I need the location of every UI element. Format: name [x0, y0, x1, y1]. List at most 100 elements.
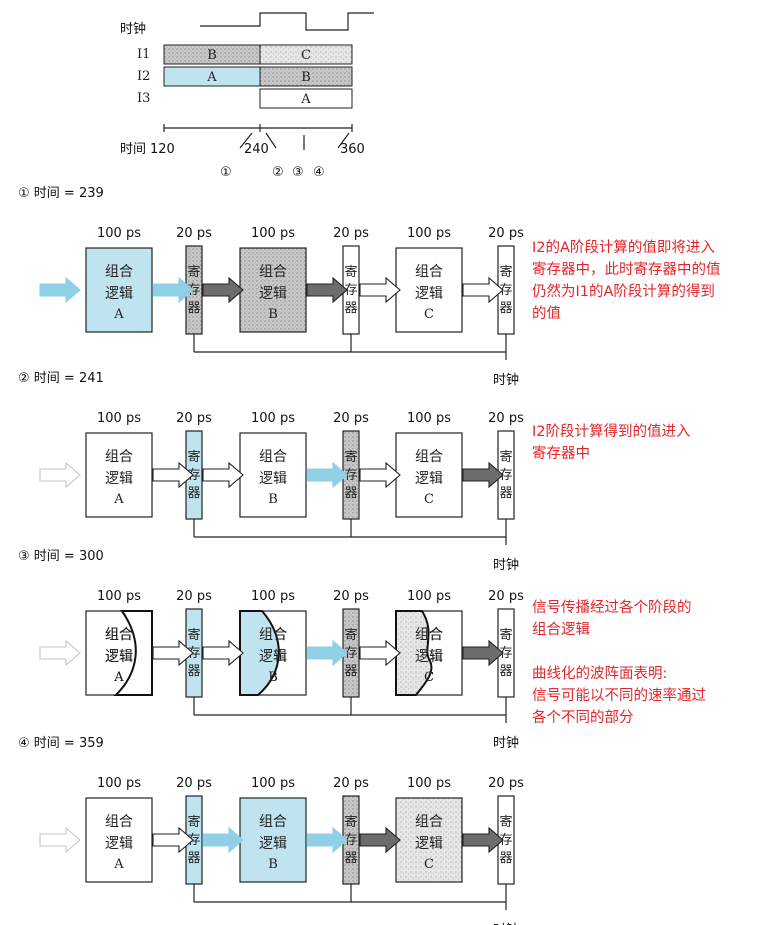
marker-2: ② — [272, 165, 284, 180]
comb-logic-a: 组合逻辑 A — [85, 797, 153, 883]
input-arrow — [39, 276, 81, 304]
register-char: 寄 — [499, 814, 512, 830]
register-char: 器 — [499, 664, 512, 679]
stage-clock-label: 时钟 — [493, 557, 519, 573]
comb-logic-c: 组合逻辑 C — [395, 247, 463, 333]
register-char: 寄 — [499, 264, 512, 280]
arrow-reg2-to-c — [359, 276, 401, 304]
comb-text-1: 组合 — [259, 814, 287, 830]
note-line: I2的A阶段计算的值即将进入 — [532, 239, 715, 256]
i1-segment-2-label: C — [301, 48, 311, 63]
arrow-b-to-reg2 — [306, 826, 348, 854]
marker-3: ③ — [292, 165, 304, 180]
register-char: 寄 — [344, 264, 357, 280]
comb-logic-a: 组合逻辑 A — [85, 432, 153, 518]
note-line: 寄存器中 — [532, 444, 590, 462]
reg-delay-label: 20 ps — [488, 226, 524, 241]
reg-delay-label: 20 ps — [333, 226, 369, 241]
comb-text-1: 组合 — [415, 814, 443, 830]
stage-title: ④ 时间 = 359 — [18, 736, 104, 751]
stage-3: ③ 时间 = 300 100 ps 100 ps 100 ps 20 ps 20 ps 20… — [18, 549, 706, 751]
reg-delay-label: 20 ps — [176, 411, 212, 426]
pipeline-timing-diagram: 时钟 I1 B C I2 A B I3 A 时间 120 240 360 ① ② — [18, 12, 721, 925]
stage-1: ① 时间 = 239 100 ps 100 ps 100 ps 20 ps 20 ps 20… — [18, 186, 721, 388]
register-char: 寄 — [499, 627, 512, 643]
i3-segment-2-label: A — [300, 92, 311, 107]
register-char: 器 — [344, 301, 357, 316]
comb-text-1: 组合 — [105, 627, 133, 643]
input-arrow — [39, 639, 81, 667]
reg-delay-label: 20 ps — [488, 776, 524, 791]
comb-delay-label: 100 ps — [407, 226, 451, 241]
arrow-reg1-to-b — [202, 276, 244, 304]
reg-delay-label: 20 ps — [176, 589, 212, 604]
reg-delay-label: 20 ps — [176, 226, 212, 241]
comb-text-1: 组合 — [105, 449, 133, 465]
comb-logic-a: 组合逻辑 A — [85, 247, 153, 333]
comb-letter: B — [268, 492, 278, 507]
comb-text-2: 逻辑 — [415, 471, 443, 487]
comb-text-1: 组合 — [415, 264, 443, 280]
comb-text-2: 逻辑 — [415, 649, 443, 665]
comb-letter: C — [424, 857, 434, 872]
comb-letter: A — [113, 307, 124, 322]
comb-letter: A — [113, 857, 124, 872]
reg-delay-label: 20 ps — [333, 589, 369, 604]
register-char: 寄 — [499, 449, 512, 465]
reg-delay-label: 20 ps — [488, 411, 524, 426]
comb-delay-label: 100 ps — [97, 776, 141, 791]
comb-text-2: 逻辑 — [105, 649, 133, 665]
comb-delay-label: 100 ps — [407, 776, 451, 791]
reg-delay-label: 20 ps — [488, 589, 524, 604]
i1-segment-1-label: B — [207, 48, 217, 63]
register-char: 器 — [499, 486, 512, 501]
comb-logic-b: 组合逻辑 B — [239, 432, 307, 518]
register-char: 器 — [499, 301, 512, 316]
stage-clock-label: 时钟 — [493, 735, 519, 751]
clock-waveform — [200, 12, 374, 31]
register-char: 器 — [344, 664, 357, 679]
input-arrow — [39, 461, 81, 489]
comb-delay-label: 100 ps — [251, 589, 295, 604]
note-line: 各个不同的部分 — [532, 709, 634, 726]
stage-2: ② 时间 = 241 100 ps 100 ps 100 ps 20 ps 20 ps 20… — [18, 371, 691, 573]
comb-text-2: 逻辑 — [415, 836, 443, 852]
comb-letter: B — [268, 307, 278, 322]
stage-title: ② 时间 = 241 — [18, 371, 104, 386]
arrow-reg1-to-b — [202, 461, 244, 489]
comb-text-2: 逻辑 — [259, 471, 287, 487]
comb-text-2: 逻辑 — [259, 836, 287, 852]
note-line: 的值 — [532, 305, 561, 322]
comb-text-2: 逻辑 — [105, 471, 133, 487]
input-arrow — [39, 826, 81, 854]
comb-logic-c: 组合逻辑 C — [395, 797, 463, 883]
comb-text-2: 逻辑 — [259, 286, 287, 302]
tick-label-240: 240 — [244, 142, 269, 157]
register-char: 器 — [187, 851, 200, 866]
arrow-b-to-reg2 — [306, 461, 348, 489]
reg-delay-label: 20 ps — [333, 411, 369, 426]
note-line: 曲线化的波阵面表明: — [532, 665, 667, 682]
comb-logic-b: 组合逻辑 B — [239, 247, 307, 333]
comb-text-1: 组合 — [259, 449, 287, 465]
row-label-i2: I2 — [137, 69, 150, 84]
register-char: 寄 — [187, 627, 200, 643]
arrow-reg2-to-c — [359, 461, 401, 489]
comb-letter: B — [268, 670, 278, 685]
comb-delay-label: 100 ps — [251, 226, 295, 241]
comb-delay-label: 100 ps — [97, 411, 141, 426]
reg-delay-label: 20 ps — [333, 776, 369, 791]
timing-diagram: 时钟 I1 B C I2 A B I3 A 时间 120 240 360 ① ② — [120, 12, 374, 180]
comb-delay-label: 100 ps — [97, 589, 141, 604]
note-line: 寄存器中，此时寄存器中的值 — [532, 260, 721, 278]
note-line: I2阶段计算得到的值进入 — [532, 423, 691, 440]
register-char: 器 — [187, 664, 200, 679]
note-line: 仍然为I1的A阶段计算的得到 — [532, 283, 715, 300]
comb-letter: A — [113, 492, 124, 507]
stage-title: ③ 时间 = 300 — [18, 549, 104, 564]
pipeline-stages: ① 时间 = 239 100 ps 100 ps 100 ps 20 ps 20 ps 20… — [18, 186, 721, 925]
comb-delay-label: 100 ps — [407, 411, 451, 426]
arrow-b-to-reg2 — [306, 639, 348, 667]
marker-4: ④ — [313, 165, 325, 180]
comb-text-2: 逻辑 — [415, 286, 443, 302]
